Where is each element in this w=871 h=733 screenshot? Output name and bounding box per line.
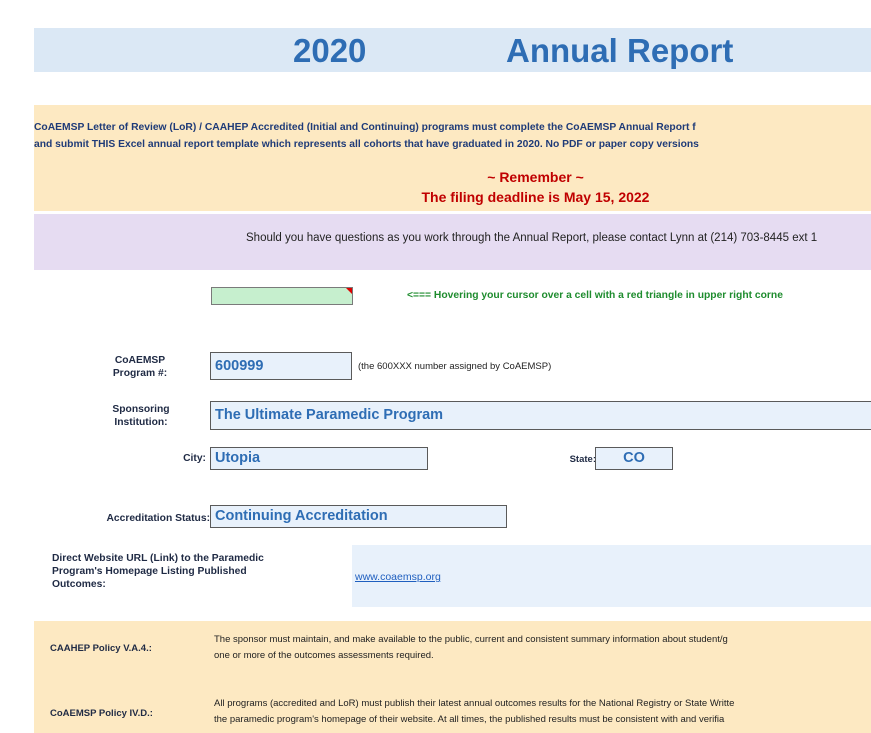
state-field[interactable]: CO bbox=[595, 447, 673, 470]
state-label: State: bbox=[569, 454, 596, 465]
notice-banner: CoAEMSP Letter of Review (LoR) / CAAHEP … bbox=[34, 105, 871, 211]
spreadsheet-sheet: 2020 Annual Report CoAEMSP Letter of Rev… bbox=[0, 0, 871, 733]
accreditation-label: Accreditation Status: bbox=[106, 513, 210, 524]
coaemsp-policy-line-2: the paramedic program's homepage of thei… bbox=[214, 714, 725, 725]
website-link[interactable]: www.coaemsp.org bbox=[355, 571, 441, 583]
city-label: City: bbox=[183, 453, 206, 464]
program-number-note: (the 600XXX number assigned by CoAEMSP) bbox=[358, 361, 552, 372]
city-field[interactable]: Utopia bbox=[210, 447, 428, 470]
coaemsp-policy-label: CoAEMSP Policy IV.D.: bbox=[50, 708, 153, 719]
filing-deadline: The filing deadline is May 15, 2022 bbox=[421, 189, 650, 205]
comment-indicator-icon bbox=[346, 288, 352, 294]
program-number-label: CoAEMSP Program #: bbox=[90, 354, 190, 380]
report-year: 2020 bbox=[293, 32, 367, 69]
website-label-line-2: Program's Homepage Listing Published bbox=[52, 566, 247, 577]
website-label: Direct Website URL (Link) to the Paramed… bbox=[52, 552, 332, 591]
contact-banner: Should you have questions as you work th… bbox=[34, 214, 871, 270]
comment-example-cell[interactable] bbox=[211, 287, 353, 305]
caahep-policy-line-2: one or more of the outcomes assessments … bbox=[214, 650, 434, 661]
program-label-line-2: Program #: bbox=[112, 368, 168, 379]
coaemsp-policy-line-1: All programs (accredited and LoR) must p… bbox=[214, 698, 735, 709]
coaemsp-policy-text: All programs (accredited and LoR) must p… bbox=[214, 696, 734, 728]
notice-text: CoAEMSP Letter of Review (LoR) / CAAHEP … bbox=[34, 119, 699, 153]
program-label-line-1: CoAEMSP bbox=[114, 355, 166, 366]
notice-line-2: and submit THIS Excel annual report temp… bbox=[34, 139, 699, 150]
caahep-policy-text: The sponsor must maintain, and make avai… bbox=[214, 632, 728, 664]
caahep-policy-line-1: The sponsor must maintain, and make avai… bbox=[214, 634, 728, 645]
website-label-line-3: Outcomes: bbox=[52, 579, 106, 590]
deadline-reminder: ~ Remember ~ The filing deadline is May … bbox=[34, 167, 871, 207]
contact-text: Should you have questions as you work th… bbox=[246, 232, 818, 244]
sponsor-field[interactable]: The Ultimate Paramedic Program bbox=[210, 401, 871, 430]
program-number-field[interactable]: 600999 bbox=[210, 352, 352, 380]
accreditation-field[interactable]: Continuing Accreditation bbox=[210, 505, 507, 528]
sponsor-label-line-2: Institution: bbox=[114, 417, 168, 428]
notice-line-1: CoAEMSP Letter of Review (LoR) / CAAHEP … bbox=[34, 122, 696, 133]
website-label-line-1: Direct Website URL (Link) to the Paramed… bbox=[52, 553, 264, 564]
hint-text: <=== Hovering your cursor over a cell wi… bbox=[407, 290, 783, 301]
report-title: Annual Report bbox=[506, 32, 734, 69]
caahep-policy-label: CAAHEP Policy V.A.4.: bbox=[50, 643, 152, 654]
remember-heading: ~ Remember ~ bbox=[487, 169, 584, 185]
sponsor-label-line-1: Sponsoring bbox=[112, 404, 170, 415]
sponsor-label: Sponsoring Institution: bbox=[86, 403, 196, 429]
title-banner: 2020 Annual Report bbox=[34, 28, 871, 72]
